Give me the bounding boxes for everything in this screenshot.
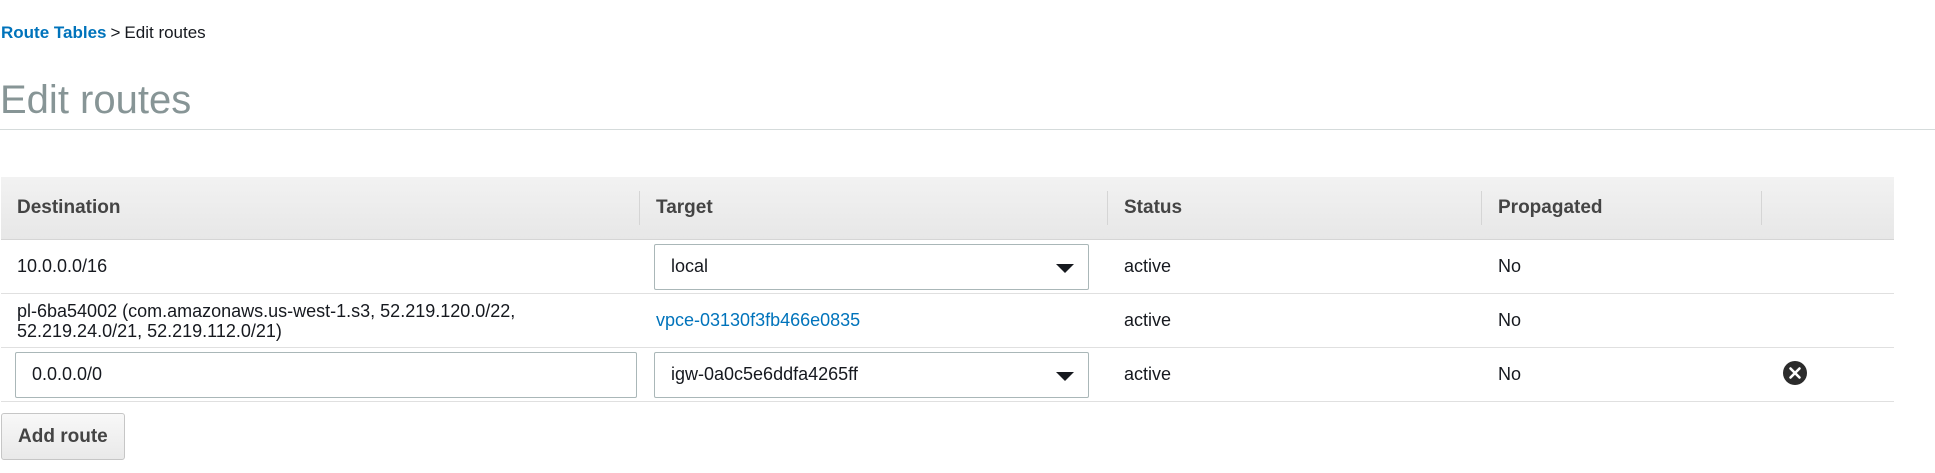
propagated-cell: No [1482,239,1762,294]
target-select-value: igw-0a0c5e6ddfa4265ff [671,364,858,384]
propagated-cell: No [1482,293,1762,348]
table-header-row: Destination Target Status Propagated [1,177,1894,240]
breadcrumb-route-tables-link[interactable]: Route Tables [1,23,106,42]
column-header-actions [1762,177,1894,240]
target-select[interactable]: igw-0a0c5e6ddfa4265ff [654,351,1089,398]
routes-table: Destination Target Status Propagated 10.… [1,177,1894,402]
table-row: igw-0a0c5e6ddfa4265ff active No [1,347,1894,402]
actions-cell [1762,347,1894,402]
page-title: Edit routes [0,78,192,122]
target-select-value: local [671,256,709,276]
chevron-down-icon [1056,263,1074,273]
status-cell: active [1108,293,1482,348]
actions-cell [1762,293,1894,348]
propagated-cell: No [1482,347,1762,402]
title-divider [0,129,1935,130]
edit-routes-page: Route Tables > Edit routes Edit routes Des… [0,0,1935,473]
column-header-status: Status [1108,177,1482,240]
column-header-target: Target [640,177,1108,240]
destination-cell: pl-6ba54002 (com.amazonaws.us-west-1.s3,… [1,293,640,348]
status-cell: active [1108,239,1482,294]
target-cell: igw-0a0c5e6ddfa4265ff [640,347,1108,402]
actions-cell [1762,239,1894,294]
breadcrumb-separator: > [110,23,121,42]
add-route-button[interactable]: Add route [1,413,125,460]
target-vpce-link[interactable]: vpce-03130f3fb466e0835 [656,310,860,330]
circle-x-icon[interactable] [1782,360,1808,386]
breadcrumb-current: Edit routes [124,23,206,42]
table-row: 10.0.0.0/16 local active No [1,239,1894,294]
target-cell: local [640,239,1108,294]
breadcrumb: Route Tables > Edit routes [1,22,206,44]
column-header-destination: Destination [1,177,640,240]
chevron-down-icon [1056,371,1074,381]
destination-cell: 10.0.0.0/16 [1,239,640,294]
target-cell: vpce-03130f3fb466e0835 [640,293,1108,348]
status-cell: active [1108,347,1482,402]
destination-input[interactable] [15,351,637,398]
table-row: pl-6ba54002 (com.amazonaws.us-west-1.s3,… [1,293,1894,348]
destination-cell [1,347,640,402]
column-header-propagated: Propagated [1482,177,1762,240]
target-select[interactable]: local [654,243,1089,290]
